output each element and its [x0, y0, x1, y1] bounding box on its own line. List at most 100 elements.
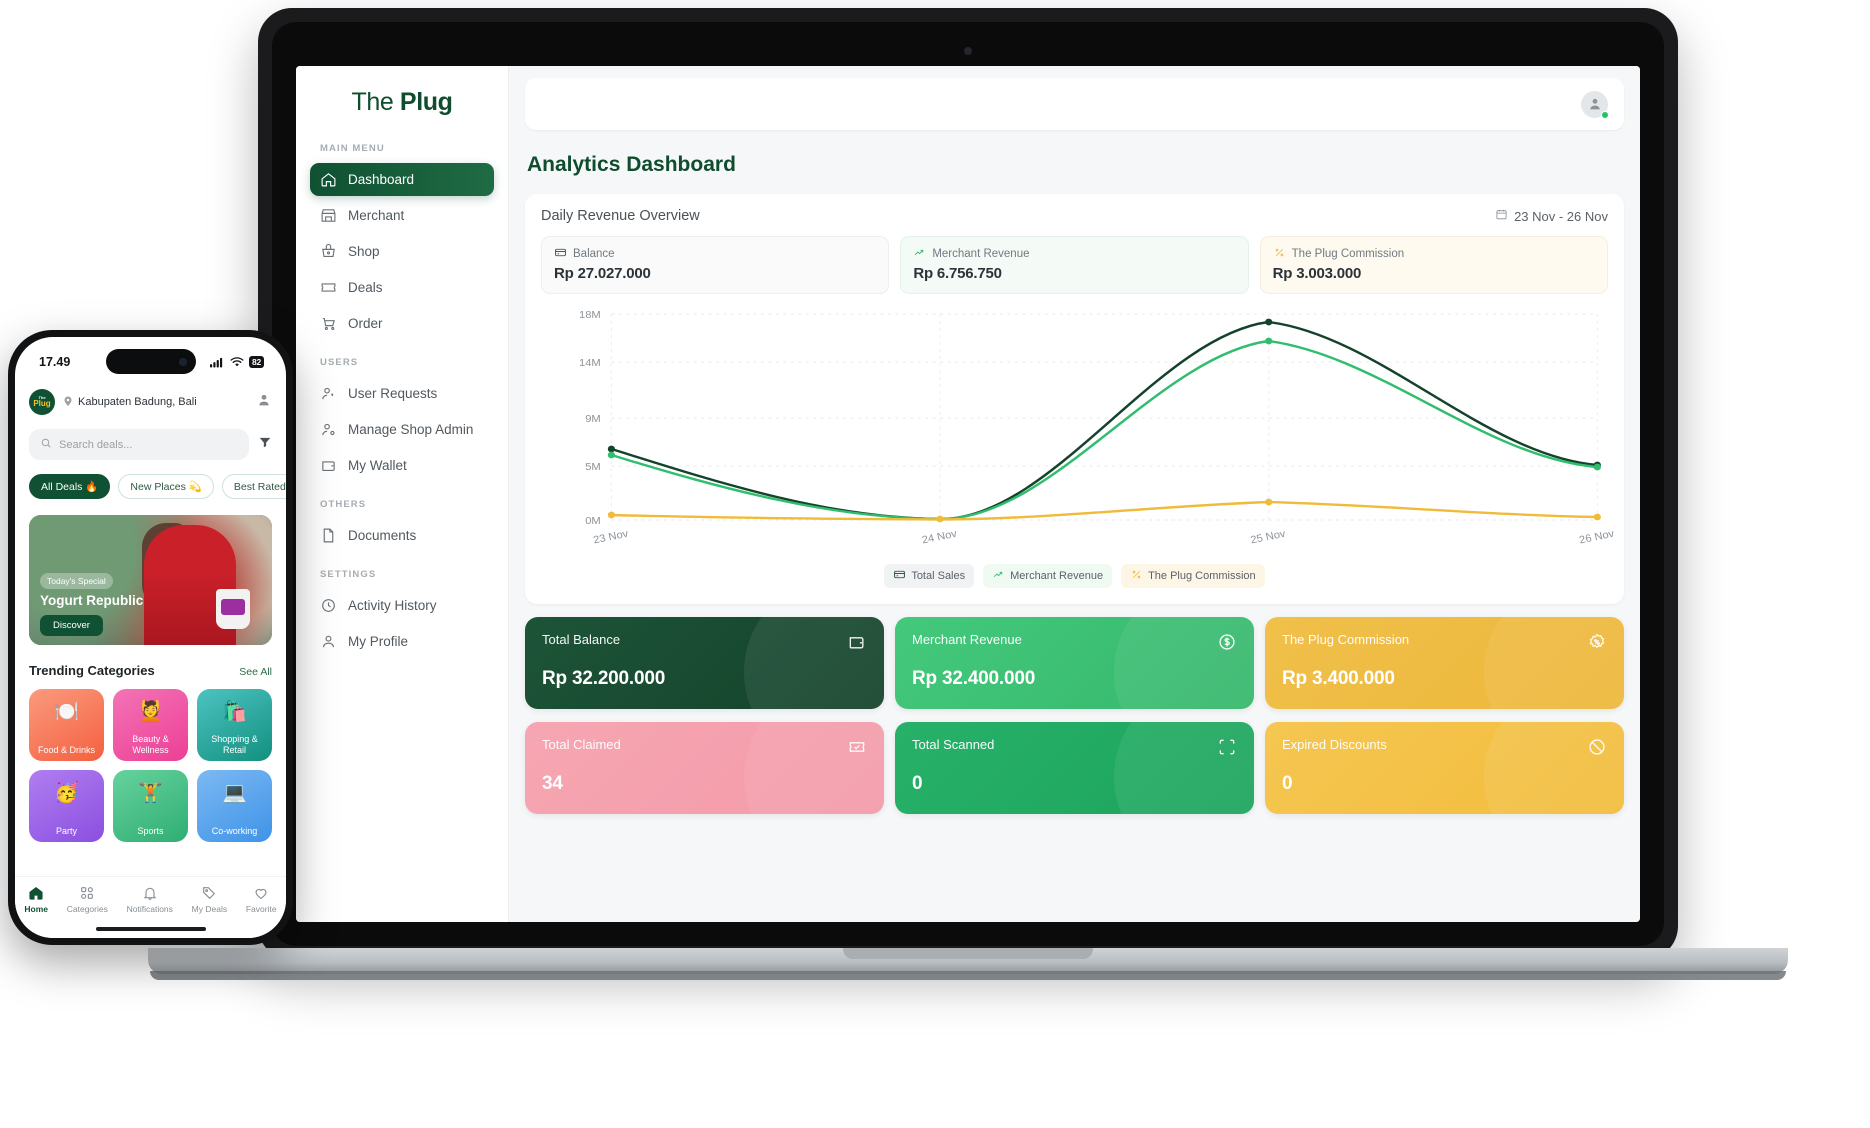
party-face-icon: 🥳	[54, 782, 79, 804]
category-beauty-wellness[interactable]: 💆 Beauty & Wellness	[113, 689, 188, 761]
nav-section-settings: SETTINGS	[320, 569, 377, 580]
sidebar-item-label: Manage Shop Admin	[348, 422, 474, 437]
legend-item-total-sales[interactable]: Total Sales	[884, 564, 975, 588]
sidebar-item-label: Dashboard	[348, 172, 415, 187]
card-value: Rp 32.200.000	[542, 668, 666, 689]
sidebar-item-label: User Requests	[348, 386, 438, 401]
tab-favorite[interactable]: Favorite	[246, 885, 277, 914]
legend-item-plug-commission[interactable]: The Plug Commission	[1121, 564, 1265, 588]
front-camera-icon	[178, 357, 187, 366]
card-expired-discounts[interactable]: Expired Discounts 0	[1265, 722, 1624, 814]
sidebar-item-deals[interactable]: Deals	[310, 271, 494, 304]
card-total-balance[interactable]: Total Balance Rp 32.200.000	[525, 617, 884, 709]
series-line-total-sales	[610, 320, 1599, 521]
card-value: 34	[542, 773, 563, 794]
date-range-label: 23 Nov - 26 Nov	[1514, 208, 1608, 224]
promo-card[interactable]: Today's Special Yogurt Republic Discover	[29, 515, 272, 645]
bell-icon	[143, 887, 156, 900]
profile-button[interactable]	[256, 392, 272, 413]
store-icon	[320, 207, 337, 224]
avatar[interactable]	[1581, 90, 1609, 119]
chart-gridlines	[611, 313, 1598, 521]
sidebar-item-my-profile[interactable]: My Profile	[310, 625, 494, 658]
card-plug-commission[interactable]: The Plug Commission Rp 3.400.000	[1265, 617, 1624, 709]
card-merchant-revenue[interactable]: Merchant Revenue Rp 32.400.000	[895, 617, 1254, 709]
summary-cards-row-1: Total Balance Rp 32.200.000 Merchant Rev…	[525, 617, 1624, 709]
chart-x-ticks: 23 Nov 24 Nov 25 Nov 26 Nov	[592, 528, 1616, 546]
tab-categories[interactable]: Categories	[67, 885, 108, 914]
top-bar	[525, 78, 1624, 130]
category-food-drinks[interactable]: 🍽️ Food & Drinks	[29, 689, 104, 761]
user-icon	[259, 394, 269, 405]
chip-all-deals[interactable]: All Deals 🔥	[29, 474, 111, 499]
trending-categories-header: Trending Categories See All	[29, 663, 272, 678]
card-header: Total Balance	[542, 632, 867, 657]
category-label: Party	[55, 825, 77, 836]
card-total-scanned[interactable]: Total Scanned 0	[895, 722, 1254, 814]
category-sports[interactable]: 🏋️ Sports	[113, 770, 188, 842]
sidebar-item-activity-history[interactable]: Activity History	[310, 589, 494, 622]
tag-icon	[203, 887, 216, 900]
location-selector[interactable]: Kabupaten Badung, Bali	[62, 395, 249, 410]
kpi-label-row: The Plug Commission	[1273, 246, 1595, 262]
laptop-bezel: The Plug MAIN MENU Dashboard Merchant Sh…	[272, 22, 1664, 946]
sidebar-item-user-requests[interactable]: User Requests	[310, 377, 494, 410]
grid-icon	[81, 887, 94, 899]
sidebar-item-order[interactable]: Order	[310, 307, 494, 340]
tab-label: Favorite	[245, 904, 277, 914]
legend-item-merchant-revenue[interactable]: Merchant Revenue	[983, 564, 1113, 588]
sidebar-item-label: Deals	[348, 280, 383, 295]
sidebar-item-label: Shop	[348, 244, 380, 259]
chip-new-places[interactable]: New Places 💫	[118, 474, 214, 499]
sidebar-item-documents[interactable]: Documents	[310, 519, 494, 552]
kpi-value: Rp 3.003.000	[1272, 265, 1362, 282]
search-icon	[40, 436, 52, 454]
kpi-value: Rp 6.756.750	[913, 265, 1002, 282]
plate-icon: 🍽️	[54, 701, 79, 723]
kpi-row: Balance Rp 27.027.000 Merchant Revenue R…	[541, 236, 1608, 294]
card-header: The Plug Commission	[1282, 632, 1607, 657]
chart-vertical-gridlines	[610, 314, 1598, 520]
kpi-label-row: Merchant Revenue	[913, 246, 1235, 262]
category-party[interactable]: 🥳 Party	[29, 770, 104, 842]
see-all-link[interactable]: See All	[239, 666, 272, 678]
search-input[interactable]: Search deals...	[29, 429, 249, 460]
sidebar-item-my-wallet[interactable]: My Wallet	[310, 449, 494, 482]
filter-icon	[259, 437, 271, 448]
page-title: Analytics Dashboard	[527, 153, 736, 176]
card-label: The Plug Commission	[1282, 632, 1410, 647]
filter-button[interactable]	[258, 435, 272, 454]
status-badge	[1601, 110, 1609, 119]
chip-best-rated[interactable]: Best Rated ⭐	[221, 474, 286, 499]
kpi-plug-commission: The Plug Commission Rp 3.003.000	[1259, 236, 1608, 294]
calendar-icon	[1495, 208, 1508, 224]
basket-icon	[320, 243, 337, 260]
sidebar-item-shop[interactable]: Shop	[310, 235, 494, 268]
tab-home[interactable]: Home	[24, 885, 48, 914]
date-range-picker[interactable]: 23 Nov - 26 Nov	[1495, 208, 1608, 224]
promo-discover-button[interactable]: Discover	[40, 615, 103, 636]
category-shopping-retail[interactable]: 🛍️ Shopping & Retail	[197, 689, 272, 761]
card-total-claimed[interactable]: Total Claimed 34	[525, 722, 884, 814]
trend-up-icon	[913, 246, 926, 262]
sidebar-item-manage-shop-admin[interactable]: Manage Shop Admin	[310, 413, 494, 446]
nav-section-others: OTHERS	[320, 499, 367, 510]
ticket-icon	[320, 279, 337, 296]
y-tick-label: 9M	[585, 413, 601, 425]
sidebar-item-merchant[interactable]: Merchant	[310, 199, 494, 232]
wallet-icon	[320, 457, 337, 474]
tab-notifications[interactable]: Notifications	[127, 885, 173, 914]
home-icon	[29, 886, 43, 900]
tab-label: My Deals	[191, 904, 228, 914]
badge-percent-icon	[1587, 632, 1607, 657]
shopping-bags-icon: 🛍️	[222, 701, 247, 723]
tab-my-deals[interactable]: My Deals	[192, 885, 227, 914]
category-label: Co-working	[211, 825, 258, 836]
massage-icon: 💆	[138, 701, 163, 723]
sidebar-item-dashboard[interactable]: Dashboard	[310, 163, 494, 196]
kpi-merchant-revenue: Merchant Revenue Rp 6.756.750	[900, 236, 1249, 294]
category-co-working[interactable]: 💻 Co-working	[197, 770, 272, 842]
profile-icon	[320, 633, 337, 650]
wifi-icon	[230, 356, 244, 366]
chart-legend: Total Sales Merchant Revenue The Plug Co…	[541, 564, 1608, 594]
